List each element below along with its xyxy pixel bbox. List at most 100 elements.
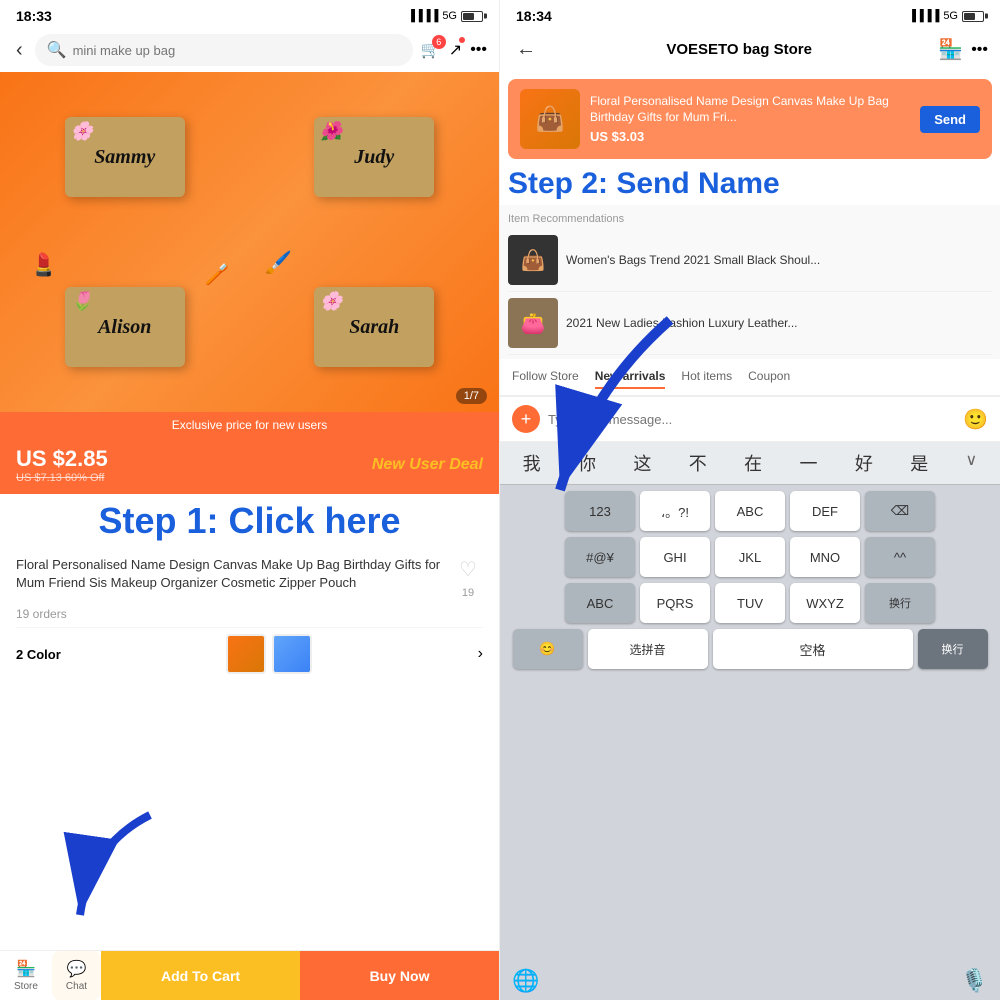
store-button[interactable]: 🏪 Store <box>0 951 52 1000</box>
bag-name-judy: Judy <box>354 146 394 169</box>
chat-button[interactable]: 💬 Chat <box>52 951 101 1000</box>
bag-sarah: 🌸 Sarah <box>314 287 434 367</box>
quick-chars-row: 我 你 这 不 在 一 好 是 ∨ <box>500 442 1000 485</box>
fav-count: 19 <box>462 586 474 601</box>
more-icon-right[interactable]: ••• <box>971 41 988 59</box>
key-jkl[interactable]: JKL <box>715 537 785 577</box>
product-title-text: Floral Personalised Name Design Canvas M… <box>16 556 445 601</box>
quick-char-shi[interactable]: 是 <box>910 450 928 476</box>
quick-char-zai[interactable]: 在 <box>744 450 762 476</box>
status-bar-right: 18:34 ▐▐▐▐ 5G <box>500 0 1000 28</box>
more-icon-left[interactable]: ••• <box>470 41 487 59</box>
key-row-4: 😊 选拼音 空格 换行 <box>508 629 992 669</box>
cart-badge: 6 <box>432 35 446 49</box>
network-type-right: 5G <box>943 10 958 22</box>
product-card-top: 👜 Floral Personalised Name Design Canvas… <box>508 79 992 159</box>
new-user-deal: New User Deal <box>372 456 483 474</box>
image-counter: 1/7 <box>456 388 487 404</box>
color-swatch-2[interactable] <box>272 634 312 674</box>
bottom-keyboard-row: 🌐 🎙️ <box>500 962 1000 1000</box>
key-symbols[interactable]: #@¥ <box>565 537 635 577</box>
cart-wrapper[interactable]: 🛒 6 <box>421 40 441 60</box>
price-original: US $7.13 60% Off <box>16 472 108 484</box>
key-def[interactable]: DEF <box>790 491 860 531</box>
recommendation-item-2[interactable]: 👛 2021 New Ladies Fashion Luxury Leather… <box>508 292 992 355</box>
status-bar-left: 18:33 ▐▐▐▐ 5G <box>0 0 499 28</box>
key-abc[interactable]: ABC <box>715 491 785 531</box>
heart-icon: ♡ <box>459 556 477 584</box>
key-pqrs[interactable]: PQRS <box>640 583 710 623</box>
key-ghi[interactable]: GHI <box>640 537 710 577</box>
rec-title-1: Women's Bags Trend 2021 Small Black Shou… <box>566 252 820 269</box>
quick-char-wo[interactable]: 我 <box>523 450 541 476</box>
product-thumb: 👜 <box>520 89 580 149</box>
message-input[interactable] <box>548 412 955 427</box>
color-swatch-1[interactable] <box>226 634 266 674</box>
chars-expand-icon[interactable]: ∨ <box>966 450 978 476</box>
color-label: 2 Color <box>16 647 61 662</box>
share-dot <box>459 37 465 43</box>
key-caret[interactable]: ^^ <box>865 537 935 577</box>
key-punct[interactable]: ،。?! <box>640 491 710 531</box>
quick-char-zhe[interactable]: 这 <box>633 450 651 476</box>
tab-new-arrivals[interactable]: New arrivals <box>595 365 666 389</box>
key-action[interactable]: 换行 <box>918 629 988 669</box>
price-section: US $2.85 US $7.13 60% Off New User Deal <box>0 438 499 494</box>
time-left: 18:33 <box>16 8 52 24</box>
share-wrapper[interactable]: ↗ <box>449 40 462 60</box>
key-pinyin[interactable]: 选拼音 <box>588 629 708 669</box>
key-tuv[interactable]: TUV <box>715 583 785 623</box>
buy-now-button[interactable]: Buy Now <box>300 951 499 1000</box>
key-mno[interactable]: MNO <box>790 537 860 577</box>
favorite-button[interactable]: ♡ 19 <box>453 556 483 601</box>
share-icon[interactable]: ↗ <box>449 42 462 59</box>
recommendation-item-1[interactable]: 👜 Women's Bags Trend 2021 Small Black Sh… <box>508 229 992 292</box>
globe-button[interactable]: 🌐 <box>512 968 539 994</box>
store-label: Store <box>14 981 38 992</box>
rec-thumb-2: 👛 <box>508 298 558 348</box>
orders-count: 19 orders <box>16 601 483 627</box>
quick-char-ni[interactable]: 你 <box>578 450 596 476</box>
tab-hot-items[interactable]: Hot items <box>681 365 732 389</box>
key-backspace[interactable]: ⌫ <box>865 491 935 531</box>
plus-button[interactable]: + <box>512 405 540 433</box>
quick-char-yi[interactable]: 一 <box>799 450 817 476</box>
quick-char-hao[interactable]: 好 <box>855 450 873 476</box>
tab-coupon[interactable]: Coupon <box>748 365 790 389</box>
store-header: ← VOESETO bag Store 🏪 ••• <box>500 28 1000 71</box>
send-button[interactable]: Send <box>920 106 980 133</box>
product-image-container: 🌸 Sammy 🌺 Judy 💄 🪥 <box>0 72 499 412</box>
bag-name-alison: Alison <box>98 316 151 339</box>
key-123[interactable]: 123 <box>565 491 635 531</box>
back-button-right[interactable]: ← <box>512 34 540 65</box>
key-space[interactable]: 空格 <box>713 629 913 669</box>
key-emoji[interactable]: 😊 <box>513 629 583 669</box>
battery-left <box>461 11 483 22</box>
key-row-2: #@¥ GHI JKL MNO ^^ <box>508 537 992 577</box>
bag-name-sarah: Sarah <box>349 316 399 339</box>
top-nav-left: ‹ 🔍 🛒 6 ↗ ••• <box>0 28 499 72</box>
right-panel: 18:34 ▐▐▐▐ 5G ← VOESETO bag Store 🏪 ••• … <box>500 0 1000 1000</box>
signal-icons-left: ▐▐▐▐ 5G <box>407 10 483 22</box>
mic-button[interactable]: 🎙️ <box>961 968 988 994</box>
chat-tabs: Follow Store New arrivals Hot items Coup… <box>500 359 1000 396</box>
emoji-button[interactable]: 🙂 <box>963 407 988 432</box>
key-abc-2[interactable]: ABC <box>565 583 635 623</box>
left-panel: 18:33 ▐▐▐▐ 5G ‹ 🔍 🛒 6 ↗ <box>0 0 500 1000</box>
rec-title-2: 2021 New Ladies Fashion Luxury Leather..… <box>566 315 797 332</box>
search-input[interactable] <box>73 43 401 58</box>
key-huanhang[interactable]: 换行 <box>865 583 935 623</box>
product-card-title: Floral Personalised Name Design Canvas M… <box>590 94 910 125</box>
chat-icon: 💬 <box>67 959 87 979</box>
store-icon-right[interactable]: 🏪 <box>938 37 963 62</box>
cosmetics-layout: 🌸 Sammy 🌺 Judy 💄 🪥 <box>0 72 499 412</box>
search-icon: 🔍 <box>47 40 67 60</box>
quick-char-bu[interactable]: 不 <box>689 450 707 476</box>
product-thumb-image: 👜 <box>520 89 580 149</box>
exclusive-banner: Exclusive price for new users <box>0 412 499 438</box>
search-bar[interactable]: 🔍 <box>35 34 413 66</box>
key-wxyz[interactable]: WXYZ <box>790 583 860 623</box>
add-to-cart-button[interactable]: Add To Cart <box>101 951 300 1000</box>
tab-follow-store[interactable]: Follow Store <box>512 365 579 389</box>
back-button-left[interactable]: ‹ <box>12 35 27 66</box>
